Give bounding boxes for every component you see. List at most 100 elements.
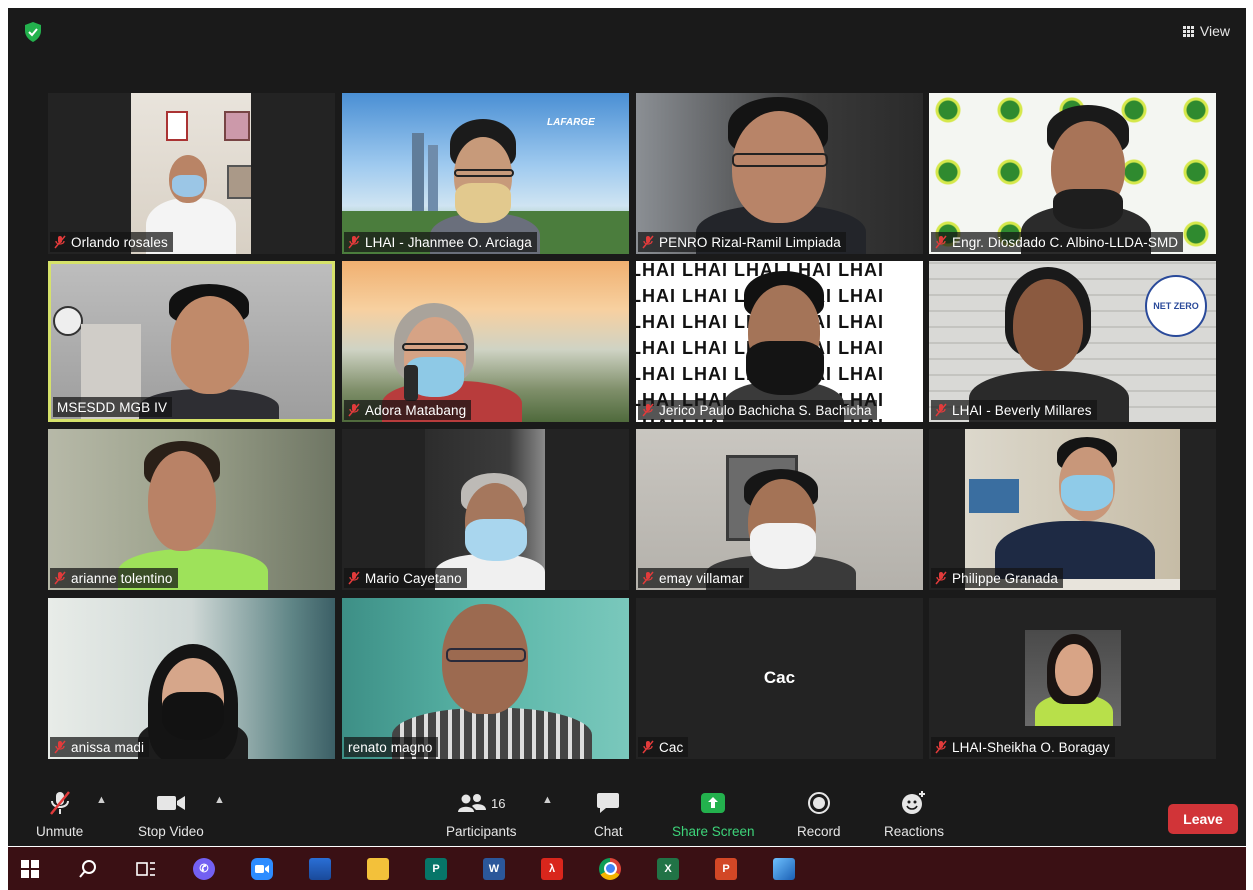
person-head xyxy=(1055,644,1093,696)
wall-frame xyxy=(224,111,250,141)
reactions-smiley-icon xyxy=(901,790,927,816)
video-tile[interactable]: arianne tolentino xyxy=(48,429,335,590)
video-feed xyxy=(342,261,629,422)
task-view-button[interactable] xyxy=(124,847,168,890)
photos-app[interactable] xyxy=(298,847,342,890)
muted-mic-icon xyxy=(642,571,654,585)
video-tile[interactable]: anissa madi xyxy=(48,598,335,759)
net-zero-seal: NET ZERO xyxy=(1145,275,1207,337)
participants-options-caret[interactable]: ▲ xyxy=(542,794,553,806)
participant-name: PENRO Rizal-Ramil Limpiada xyxy=(659,234,841,250)
file-explorer-app[interactable] xyxy=(356,847,400,890)
participant-nameplate: Jerico Paulo Bachicha S. Bachicha xyxy=(638,400,877,420)
phone xyxy=(404,365,418,401)
muted-mic-icon xyxy=(348,571,360,585)
windows-start-icon xyxy=(21,859,39,878)
participant-name: Jerico Paulo Bachicha S. Bachicha xyxy=(659,402,872,418)
audio-options-caret[interactable]: ▲ xyxy=(96,794,107,806)
participant-display-name: Cac xyxy=(763,668,796,687)
wall-frame xyxy=(227,165,251,199)
participant-nameplate: LHAI - Beverly Millares xyxy=(931,400,1097,420)
participants-button[interactable]: 16 Participants xyxy=(446,790,517,839)
participant-nameplate: Orlando rosales xyxy=(50,232,173,252)
participant-name: LHAI - Beverly Millares xyxy=(952,402,1092,418)
participants-icon: 16 xyxy=(457,790,506,816)
zoom-app[interactable] xyxy=(240,847,284,890)
video-feed xyxy=(965,429,1180,590)
video-feed xyxy=(48,429,335,590)
excel-app[interactable]: X xyxy=(646,847,690,890)
reactions-label: Reactions xyxy=(884,824,945,839)
share-screen-button[interactable]: Share Screen xyxy=(672,790,755,839)
video-feed xyxy=(425,429,545,590)
video-feed xyxy=(342,598,629,759)
acrobat-app[interactable]: λ xyxy=(530,847,574,890)
record-label: Record xyxy=(797,824,841,839)
video-feed xyxy=(131,93,251,254)
chat-button[interactable]: Chat xyxy=(594,790,623,839)
participant-name: emay villamar xyxy=(659,570,744,586)
meeting-controls-toolbar: Unmute ▲ Stop Video ▲ 16 Participants ▲ … xyxy=(8,780,1246,846)
participant-name: Engr. Diosdado C. Albino-LLDA-SMD xyxy=(952,234,1179,250)
powerpoint-icon: P xyxy=(715,857,737,880)
viber-icon: ✆ xyxy=(193,857,215,880)
participant-nameplate: renato magno xyxy=(344,737,438,757)
video-feed xyxy=(48,598,335,759)
powerpoint-app[interactable]: P xyxy=(704,847,748,890)
participant-nameplate: Cac xyxy=(638,737,689,757)
encryption-shield-icon[interactable] xyxy=(24,22,42,42)
zoom-icon xyxy=(251,857,273,880)
leave-meeting-button[interactable]: Leave xyxy=(1168,804,1238,834)
tower-building xyxy=(412,133,424,223)
video-tile[interactable]: Adora Matabang xyxy=(342,261,629,422)
video-tile-video-off[interactable]: Cac Cac xyxy=(636,598,923,759)
taskbar-search-button[interactable] xyxy=(66,847,110,890)
video-tile[interactable]: LHAI-Sheikha O. Boragay xyxy=(929,598,1216,759)
video-tile[interactable]: LAFARGE LHAI - Jhanmee O. Arciaga xyxy=(342,93,629,254)
video-tile[interactable]: renato magno xyxy=(342,598,629,759)
windows-start-button[interactable] xyxy=(8,847,52,890)
view-button[interactable]: View xyxy=(1175,18,1238,44)
face-mask xyxy=(162,692,224,740)
video-tile-active-speaker[interactable]: MSESDD MGB IV xyxy=(48,261,335,422)
video-tile[interactable]: LHAI LHAI LHAI LHAI LHAI LHAI LHAI LHAI … xyxy=(636,261,923,422)
participant-name: Philippe Granada xyxy=(952,570,1058,586)
eyeglasses xyxy=(446,648,526,662)
participant-name: anissa madi xyxy=(71,739,145,755)
video-tile[interactable]: Engr. Diosdado C. Albino-LLDA-SMD xyxy=(929,93,1216,254)
video-options-caret[interactable]: ▲ xyxy=(214,794,225,806)
reactions-button[interactable]: Reactions xyxy=(884,790,944,839)
windows-taskbar: ✆ P W λ X P xyxy=(8,847,1246,890)
face-mask xyxy=(1061,475,1113,511)
video-tile[interactable]: Mario Cayetano xyxy=(342,429,629,590)
viber-app[interactable]: ✆ xyxy=(182,847,226,890)
participant-nameplate: Philippe Granada xyxy=(931,568,1063,588)
participants-label: Participants xyxy=(446,824,517,839)
wall-frame xyxy=(166,111,188,141)
view-label: View xyxy=(1199,23,1230,39)
zoom-meeting-window: View Orlando rosales LAFARGE LHAI - Jhan… xyxy=(8,8,1246,846)
unmute-button[interactable]: Unmute xyxy=(36,790,83,839)
video-tile[interactable]: emay villamar xyxy=(636,429,923,590)
video-tile[interactable]: Philippe Granada xyxy=(929,429,1216,590)
photos-viewer-app[interactable] xyxy=(762,847,806,890)
participant-name: Mario Cayetano xyxy=(365,570,462,586)
participant-name: Orlando rosales xyxy=(71,234,168,250)
word-app[interactable]: W xyxy=(472,847,516,890)
stop-video-button[interactable]: Stop Video xyxy=(138,790,204,839)
video-feed xyxy=(929,93,1216,254)
record-button[interactable]: Record xyxy=(797,790,841,839)
participant-name: MSESDD MGB IV xyxy=(57,399,168,415)
video-tile[interactable]: NET ZERO LHAI - Beverly Millares xyxy=(929,261,1216,422)
publisher-app[interactable]: P xyxy=(414,847,458,890)
chat-bubble-icon xyxy=(596,790,620,816)
chat-label: Chat xyxy=(594,824,623,839)
stop-video-label: Stop Video xyxy=(138,824,204,839)
face-mask xyxy=(746,341,824,395)
video-tile[interactable]: Orlando rosales xyxy=(48,93,335,254)
eyeglasses xyxy=(732,153,828,167)
video-tile[interactable]: PENRO Rizal-Ramil Limpiada xyxy=(636,93,923,254)
wall-clock xyxy=(53,306,83,336)
chrome-app[interactable] xyxy=(588,847,632,890)
muted-mic-icon xyxy=(935,571,947,585)
